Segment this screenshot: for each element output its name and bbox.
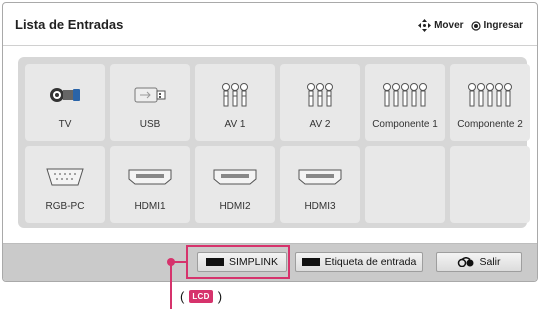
input-tile-empty xyxy=(365,146,445,223)
hint-enter-label: Ingresar xyxy=(483,20,523,31)
input-label-hdmi1: HDMI1 xyxy=(134,201,166,212)
component-connectors-icon xyxy=(383,83,427,107)
input-tile-usb[interactable]: USB xyxy=(110,64,190,141)
input-tile-hdmi3[interactable]: HDMI3 xyxy=(280,146,360,223)
exit-button[interactable]: Salir xyxy=(436,252,522,272)
input-tile-hdmi1[interactable]: HDMI1 xyxy=(110,146,190,223)
model-note: ( LCD ) xyxy=(180,289,222,304)
input-label-usb: USB xyxy=(139,119,161,130)
header-divider xyxy=(3,45,537,46)
hdmi-port-icon xyxy=(298,169,342,185)
input-tile-av1[interactable]: AV 1 xyxy=(195,64,275,141)
input-tile-rgb-pc[interactable]: RGB-PC xyxy=(25,146,105,223)
callout-dot xyxy=(167,258,175,266)
rca-connectors-icon xyxy=(307,83,333,107)
hint-enter: Ingresar xyxy=(470,20,523,31)
input-tile-av2[interactable]: AV 2 xyxy=(280,64,360,141)
input-label-rgb-pc: RGB-PC xyxy=(45,201,85,212)
input-tile-component2[interactable]: Componente 2 xyxy=(450,64,530,141)
usb-icon xyxy=(134,87,166,103)
exit-icon xyxy=(458,257,474,267)
navigation-hints: Mover Ingresar xyxy=(411,19,523,32)
callout-line xyxy=(170,261,172,309)
note-close-paren: ) xyxy=(217,289,223,304)
input-tile-tv[interactable]: TV xyxy=(25,64,105,141)
input-label-av1: AV 1 xyxy=(224,119,246,130)
exit-label: Salir xyxy=(479,256,501,268)
input-label-button[interactable]: Etiqueta de entrada xyxy=(295,252,423,272)
component-connectors-icon xyxy=(468,83,512,107)
color-key-icon xyxy=(301,258,320,266)
ok-button-icon xyxy=(470,20,481,31)
lcd-badge: LCD xyxy=(189,290,213,303)
vga-port-icon xyxy=(46,168,84,186)
input-label-av2: AV 2 xyxy=(309,119,331,130)
input-label-button-text: Etiqueta de entrada xyxy=(324,256,417,268)
input-tile-empty xyxy=(450,146,530,223)
input-label-tv: TV xyxy=(58,119,72,130)
input-tile-hdmi2[interactable]: HDMI2 xyxy=(195,146,275,223)
input-list-dialog: Lista de Entradas Mover Ingresar TV USB … xyxy=(2,2,538,282)
move-arrows-icon xyxy=(418,19,432,32)
note-open-paren: ( xyxy=(180,289,185,304)
input-label-component1: Componente 1 xyxy=(372,119,438,130)
input-tile-component1[interactable]: Componente 1 xyxy=(365,64,445,141)
input-label-hdmi3: HDMI3 xyxy=(304,201,336,212)
hdmi-port-icon xyxy=(128,169,172,185)
hint-move: Mover xyxy=(418,19,464,32)
input-label-hdmi2: HDMI2 xyxy=(219,201,251,212)
rca-connectors-icon xyxy=(222,83,248,107)
simplink-highlight-box xyxy=(186,245,290,279)
input-label-component2: Componente 2 xyxy=(457,119,523,130)
input-grid: TV USB AV 1 AV 2 Componente 1 Componente… xyxy=(18,57,530,228)
hint-move-label: Mover xyxy=(434,20,464,31)
hdmi-port-icon xyxy=(213,169,257,185)
tv-antenna-icon xyxy=(50,88,80,102)
dialog-title: Lista de Entradas xyxy=(15,17,124,32)
